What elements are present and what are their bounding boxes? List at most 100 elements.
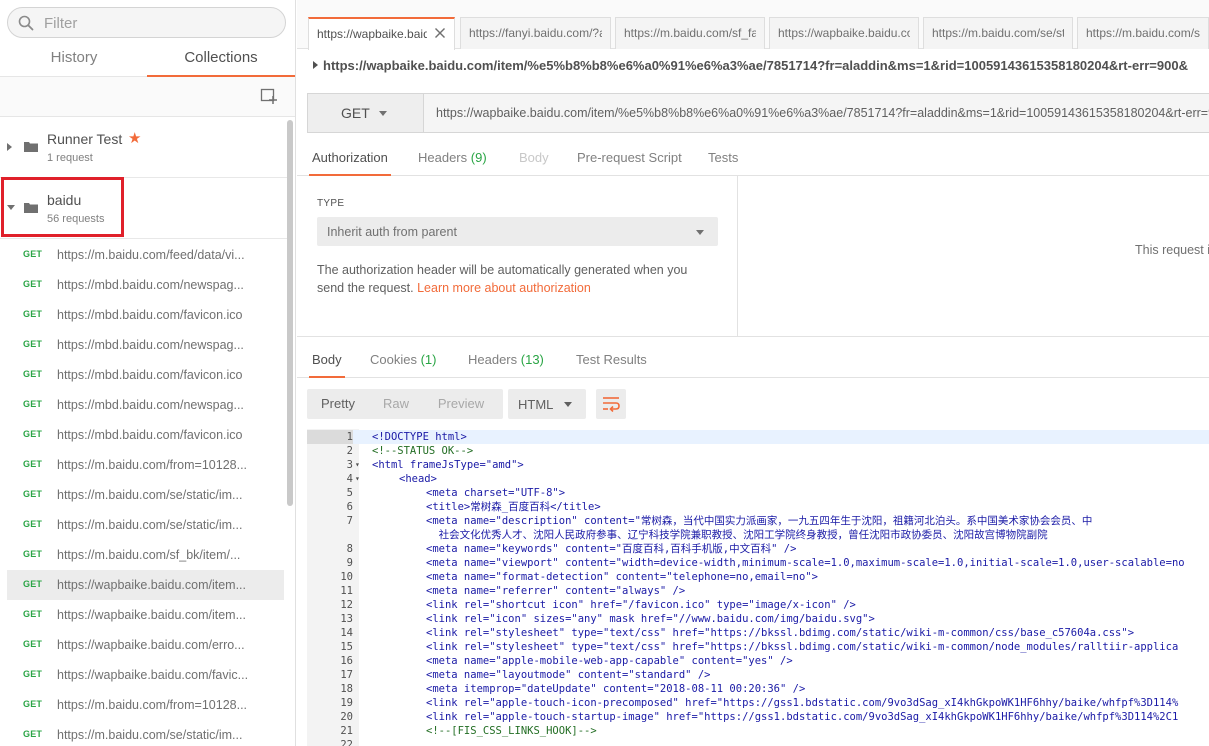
line-text: <meta itemprop="dateUpdate" content="201… <box>426 683 806 695</box>
expand-icon[interactable] <box>313 61 318 69</box>
request-item[interactable]: GET https://wapbaike.baidu.com/item... <box>7 600 284 630</box>
preview-button[interactable]: Preview <box>423 389 499 419</box>
tab-response-headers[interactable]: Headers (13) <box>468 343 544 377</box>
pretty-button[interactable]: Pretty <box>307 389 369 419</box>
request-item[interactable]: GET https://mbd.baidu.com/favicon.ico <box>7 420 284 450</box>
request-method: GET <box>23 609 43 619</box>
request-item[interactable]: GET https://mbd.baidu.com/newspag... <box>7 390 284 420</box>
request-method: GET <box>23 489 43 499</box>
chevron-down-icon[interactable] <box>7 205 15 210</box>
request-item[interactable]: GET https://wapbaike.baidu.com/erro... <box>7 630 284 660</box>
chevron-right-icon[interactable] <box>7 143 12 151</box>
request-item[interactable]: GET https://m.baidu.com/se/static/im... <box>7 480 284 510</box>
request-url: https://wapbaike.baidu.com/erro... <box>57 638 245 652</box>
fold-toggle-icon[interactable]: ▾ <box>355 472 360 486</box>
request-item[interactable]: GET https://m.baidu.com/se/static/im... <box>7 510 284 540</box>
request-item[interactable]: GET https://mbd.baidu.com/favicon.ico <box>7 360 284 390</box>
request-method: GET <box>23 549 43 559</box>
tab-response-body[interactable]: Body <box>309 343 345 378</box>
response-code-view[interactable]: 1 <!DOCTYPE html> 2 <!--STATUS OK--> 3 ▾ <html… <box>307 429 1209 746</box>
request-url: https://m.baidu.com/sf_bk/item/... <box>57 548 241 562</box>
collection-baidu[interactable]: baidu 56 requests <box>0 178 287 239</box>
learn-more-link[interactable]: Learn more about authorization <box>417 281 591 295</box>
code-line: 1 <!DOCTYPE html> <box>307 430 1209 444</box>
sidebar-scrollbar[interactable] <box>287 120 293 506</box>
method-select[interactable]: GET <box>308 94 424 132</box>
filter-input[interactable] <box>44 12 274 34</box>
raw-button[interactable]: Raw <box>369 389 423 419</box>
collection-name: Runner Test <box>47 131 123 147</box>
line-number: 5 <box>346 487 353 499</box>
request-item[interactable]: GET https://m.baidu.com/sf_bk/item/... <box>7 540 284 570</box>
request-method: GET <box>23 459 43 469</box>
fold-toggle-icon[interactable]: ▾ <box>355 458 360 472</box>
tab-request-6[interactable]: https://m.baidu.com/sf_bk <box>1077 17 1209 49</box>
tab-label: https://wapbaike.baidu.com <box>778 26 910 40</box>
wrap-lines-button[interactable] <box>596 389 626 419</box>
request-item[interactable]: GET https://mbd.baidu.com/newspag... <box>7 330 284 360</box>
request-method: GET <box>23 429 43 439</box>
line-number: 4 <box>346 473 353 485</box>
request-method: GET <box>23 339 43 349</box>
request-item[interactable]: GET https://m.baidu.com/from=10128... <box>7 690 284 720</box>
request-item[interactable]: GET https://m.baidu.com/se/static/im... <box>7 720 284 746</box>
tab-request-5[interactable]: https://m.baidu.com/se/static <box>923 17 1073 49</box>
tab-test-results[interactable]: Test Results <box>576 343 647 377</box>
tab-headers[interactable]: Headers (9) <box>418 140 487 175</box>
tab-request-1[interactable]: https://wapbaike.baidu <box>308 17 455 50</box>
auth-settings: TYPE Inherit auth from parent The author… <box>297 176 738 337</box>
line-text: <meta name="viewport" content="width=dev… <box>426 557 1185 569</box>
request-title[interactable]: https://wapbaike.baidu.com/item/%e5%b8%b… <box>313 58 1188 73</box>
line-text: <meta name="apple-mobile-web-app-capable… <box>426 655 793 667</box>
request-subtabs: Authorization Headers (9) Body Pre-reque… <box>297 140 1209 176</box>
request-item[interactable]: GET https://wapbaike.baidu.com/favic... <box>7 660 284 690</box>
code-line: 7 <meta name="description" content="常树森，当… <box>307 514 1209 528</box>
close-icon[interactable] <box>434 27 446 39</box>
request-item[interactable]: GET https://wapbaike.baidu.com/item... <box>7 570 284 600</box>
language-value: HTML <box>518 397 554 412</box>
tab-label: https://wapbaike.baidu <box>317 27 427 41</box>
folder-icon <box>24 142 38 152</box>
tab-authorization[interactable]: Authorization <box>309 140 391 176</box>
tab-collections[interactable]: Collections <box>147 44 295 77</box>
request-item[interactable]: GET https://m.baidu.com/feed/data/vi... <box>7 240 284 270</box>
code-line: 19 <link rel="apple-touch-icon-precompose… <box>307 696 1209 710</box>
request-tab-strip: https://wapbaike.baidu https://fanyi.bai… <box>297 0 1209 50</box>
code-line: 5 <meta charset="UTF-8"> <box>307 486 1209 500</box>
line-number: 20 <box>340 711 353 723</box>
collection-runner-test[interactable]: Runner Test ★ 1 request <box>0 117 287 178</box>
line-number: 12 <box>340 599 353 611</box>
tab-body[interactable]: Body <box>519 140 549 175</box>
code-line: 9 <meta name="viewport" content="width=de… <box>307 556 1209 570</box>
request-item[interactable]: GET https://m.baidu.com/from=10128... <box>7 450 284 480</box>
filter-box[interactable] <box>7 7 286 38</box>
request-url: https://m.baidu.com/feed/data/vi... <box>57 248 245 262</box>
tab-pre-request-script[interactable]: Pre-request Script <box>577 140 682 175</box>
tab-cookies[interactable]: Cookies (1) <box>370 343 436 377</box>
auth-type-select[interactable]: Inherit auth from parent <box>317 217 718 246</box>
url-input[interactable] <box>424 94 1209 132</box>
tab-history[interactable]: History <box>0 44 148 77</box>
new-collection-icon[interactable] <box>260 87 278 105</box>
code-line: 10 <meta name="format-detection" content=… <box>307 570 1209 584</box>
request-item[interactable]: GET https://mbd.baidu.com/newspag... <box>7 270 284 300</box>
request-url: https://m.baidu.com/se/static/im... <box>57 518 243 532</box>
line-number: 18 <box>340 683 353 695</box>
request-url: https://m.baidu.com/from=10128... <box>57 698 248 712</box>
line-number: 9 <box>346 557 353 569</box>
tab-label: https://m.baidu.com/se/static <box>932 26 1064 40</box>
code-line: 4 ▾ <head> <box>307 472 1209 486</box>
collection-count: 1 request <box>47 152 93 164</box>
tab-request-3[interactable]: https://m.baidu.com/sf_fanyi <box>615 17 765 49</box>
request-method: GET <box>23 519 43 529</box>
auth-info-text: This request i <box>1135 243 1209 257</box>
language-select[interactable]: HTML <box>508 389 586 419</box>
code-line: 14 <link rel="stylesheet" type="text/css"… <box>307 626 1209 640</box>
tab-request-2[interactable]: https://fanyi.baidu.com/?aldtype <box>460 17 611 49</box>
tab-label: https://fanyi.baidu.com/?aldtype <box>469 26 602 40</box>
tab-request-4[interactable]: https://wapbaike.baidu.com <box>769 17 919 49</box>
line-number: 3 <box>346 459 353 471</box>
tab-tests[interactable]: Tests <box>708 140 738 175</box>
collection-count: 56 requests <box>47 213 105 225</box>
request-item[interactable]: GET https://mbd.baidu.com/favicon.ico <box>7 300 284 330</box>
